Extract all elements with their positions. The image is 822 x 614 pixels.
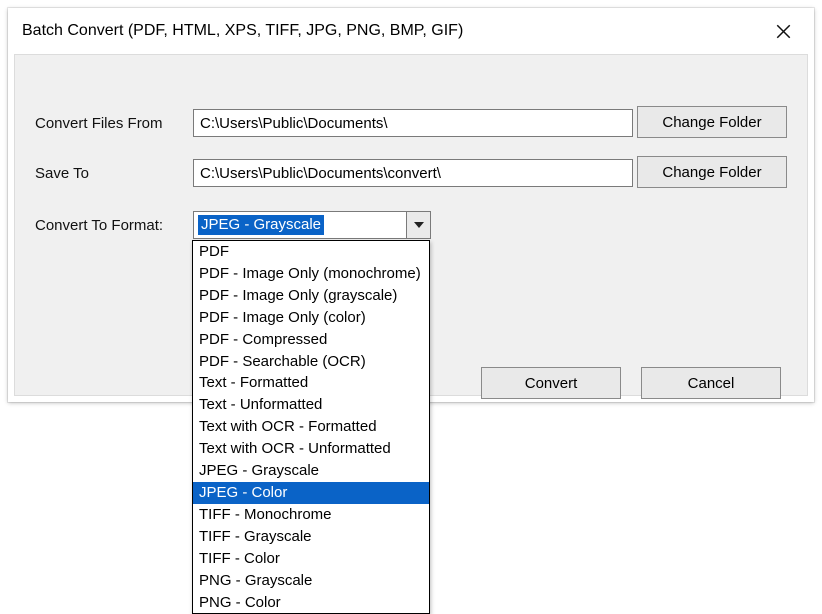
format-option[interactable]: PDF - Image Only (grayscale) [193, 285, 429, 307]
format-option[interactable]: TIFF - Monochrome [193, 504, 429, 526]
titlebar: Batch Convert (PDF, HTML, XPS, TIFF, JPG… [8, 8, 814, 54]
row-format: Convert To Format: JPEG - Grayscale [35, 211, 787, 239]
format-option[interactable]: Text - Unformatted [193, 394, 429, 416]
format-option[interactable]: TIFF - Grayscale [193, 526, 429, 548]
format-selected: JPEG - Grayscale [194, 212, 406, 238]
convert-button[interactable]: Convert [481, 367, 621, 399]
input-save-to[interactable] [193, 159, 633, 187]
format-option[interactable]: PDF - Searchable (OCR) [193, 351, 429, 373]
format-option[interactable]: TIFF - Color [193, 548, 429, 570]
format-dropdown-button[interactable] [406, 212, 430, 238]
label-save-to: Save To [35, 165, 193, 182]
label-convert-from: Convert Files From [35, 115, 193, 132]
format-option[interactable]: Text with OCR - Unformatted [193, 438, 429, 460]
format-option[interactable]: PDF [193, 241, 429, 263]
format-selected-text: JPEG - Grayscale [198, 215, 324, 235]
format-dropdown-list[interactable]: PDFPDF - Image Only (monochrome)PDF - Im… [192, 240, 430, 614]
format-option[interactable]: JPEG - Grayscale [193, 460, 429, 482]
close-icon[interactable] [768, 16, 798, 46]
format-option[interactable]: PDF - Compressed [193, 329, 429, 351]
row-save-to: Save To Change Folder [35, 159, 787, 187]
action-buttons: Convert Cancel [481, 367, 781, 399]
row-convert-from: Convert Files From Change Folder [35, 109, 787, 137]
format-option[interactable]: PNG - Color [193, 592, 429, 614]
format-option[interactable]: Text with OCR - Formatted [193, 416, 429, 438]
batch-convert-dialog: Batch Convert (PDF, HTML, XPS, TIFF, JPG… [8, 8, 814, 402]
format-option[interactable]: Text - Formatted [193, 372, 429, 394]
input-convert-from[interactable] [193, 109, 633, 137]
change-folder-from-button[interactable]: Change Folder [637, 106, 787, 138]
format-option[interactable]: PDF - Image Only (monochrome) [193, 263, 429, 285]
label-format: Convert To Format: [35, 217, 193, 234]
chevron-down-icon [414, 222, 424, 228]
change-folder-saveto-button[interactable]: Change Folder [637, 156, 787, 188]
format-combobox[interactable]: JPEG - Grayscale [193, 211, 431, 239]
format-option[interactable]: PNG - Grayscale [193, 570, 429, 592]
dialog-title: Batch Convert (PDF, HTML, XPS, TIFF, JPG… [22, 22, 463, 40]
format-option[interactable]: PDF - Image Only (color) [193, 307, 429, 329]
cancel-button[interactable]: Cancel [641, 367, 781, 399]
format-option[interactable]: JPEG - Color [193, 482, 429, 504]
